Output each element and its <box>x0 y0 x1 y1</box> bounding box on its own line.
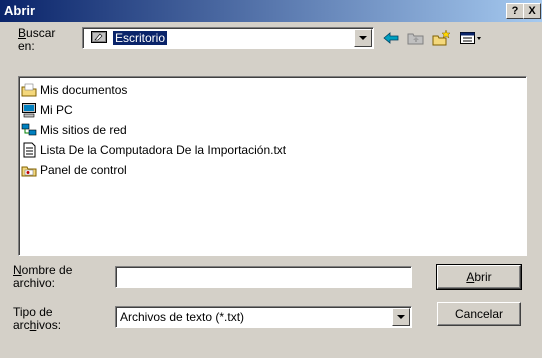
look-in-value: Escritorio <box>111 30 169 46</box>
file-name-label: Nombre de archivo: <box>13 263 73 290</box>
window-title: Abrir <box>4 3 36 18</box>
file-type-value: Archivos de texto (*.txt) <box>120 310 245 324</box>
file-name-input[interactable] <box>115 266 412 288</box>
up-folder-icon[interactable] <box>406 29 426 47</box>
my-documents-icon <box>21 83 37 97</box>
text-file-icon <box>23 142 36 158</box>
control-panel-icon <box>21 166 37 177</box>
look-in-dropdown-button[interactable] <box>354 29 372 47</box>
my-computer-icon <box>22 103 36 118</box>
back-arrow-icon[interactable] <box>381 29 401 47</box>
file-type-dropdown-button[interactable] <box>392 308 410 326</box>
file-list[interactable]: Mis documentos Mi PC Mis sitios de red L… <box>18 76 527 256</box>
look-in-label: Buscar en: <box>18 26 56 53</box>
title-bar[interactable]: Abrir ? X <box>0 0 542 22</box>
view-menu-icon[interactable] <box>459 29 483 47</box>
file-type-combobox[interactable]: Archivos de texto (*.txt) <box>115 306 412 328</box>
open-dialog: Abrir ? X Buscar en: Escritorio Mis docu… <box>0 0 542 358</box>
network-places-icon <box>21 123 37 136</box>
open-button[interactable]: Abrir <box>436 264 522 290</box>
file-type-label: Tipo de archivos: <box>13 305 62 332</box>
new-folder-icon[interactable] <box>431 29 451 47</box>
close-button[interactable]: X <box>523 3 541 19</box>
desktop-icon <box>91 31 107 43</box>
help-button[interactable]: ? <box>506 3 524 19</box>
look-in-combobox[interactable]: Escritorio <box>82 27 374 49</box>
cancel-button[interactable]: Cancelar <box>437 302 521 326</box>
